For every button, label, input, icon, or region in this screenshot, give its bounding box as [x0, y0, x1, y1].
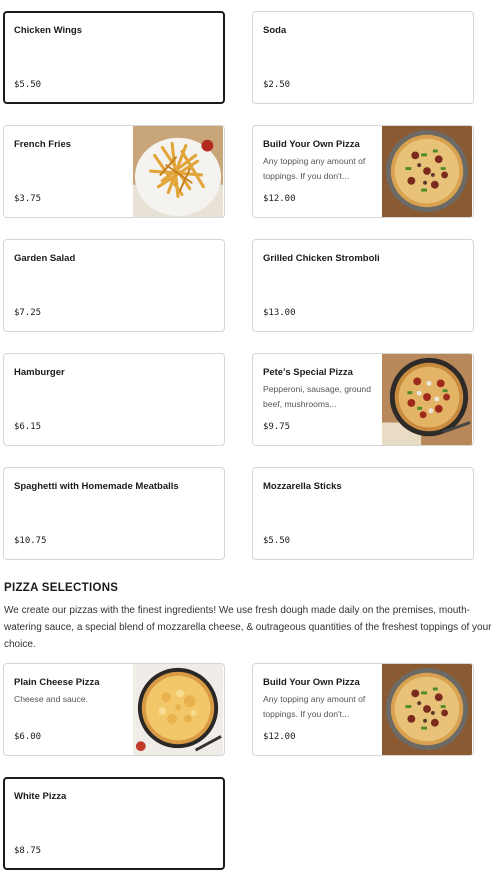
item-price: $6.00 — [14, 732, 42, 742]
menu-item-mozzarella-sticks[interactable]: Mozzarella Sticks $5.50 — [252, 467, 474, 560]
menu-item-grilled-chicken-stromboli[interactable]: Grilled Chicken Stromboli $13.00 — [252, 239, 474, 332]
section-title: PIZZA SELECTIONS — [4, 582, 119, 594]
menu-item-garden-salad[interactable]: Garden Salad $7.25 — [3, 239, 225, 332]
item-name: Spaghetti with Homemade Meatballs — [14, 481, 179, 492]
french-fries-photo — [132, 126, 224, 217]
menu-item-spaghetti-with-homemade-meatballs[interactable]: Spaghetti with Homemade Meatballs $10.75 — [3, 467, 225, 560]
item-price: $2.50 — [263, 80, 291, 90]
item-price: $12.00 — [263, 732, 296, 742]
item-price: $7.25 — [14, 308, 42, 318]
menu-item-build-your-own-pizza[interactable]: Build Your Own Pizza Any topping any amo… — [252, 663, 474, 756]
item-name: Garden Salad — [14, 253, 76, 264]
menu-item-plain-cheese-pizza[interactable]: Plain Cheese Pizza Cheese and sauce. $6.… — [3, 663, 225, 756]
item-name: Mozzarella Sticks — [263, 481, 342, 492]
item-description: Cheese and sauce. — [14, 694, 89, 704]
item-price: $3.75 — [14, 194, 42, 204]
item-price: $9.75 — [263, 422, 291, 432]
item-description: Any topping any amount of toppings. If y… — [263, 156, 366, 181]
menu-item-soda[interactable]: Soda $2.50 — [252, 11, 474, 104]
menu-item-french-fries[interactable]: French Fries $3.75 — [3, 125, 225, 218]
item-name: Grilled Chicken Stromboli — [263, 253, 380, 264]
item-description: Pepperoni, sausage, ground beef, mushroo… — [263, 384, 371, 409]
item-description: Any topping any amount of toppings. If y… — [263, 694, 366, 719]
item-price: $12.00 — [263, 194, 296, 204]
item-name: Hamburger — [14, 367, 65, 378]
item-name: Pete's Special Pizza — [263, 367, 353, 378]
menu-item-petes-special-pizza[interactable]: Pete's Special Pizza Pepperoni, sausage,… — [252, 353, 474, 446]
item-name: Plain Cheese Pizza — [14, 677, 100, 688]
menu-item-hamburger[interactable]: Hamburger $6.15 — [3, 353, 225, 446]
item-name: Build Your Own Pizza — [263, 139, 360, 150]
item-name: Build Your Own Pizza — [263, 677, 360, 688]
pizza-photo — [381, 664, 473, 755]
menu-item-build-your-own-pizza[interactable]: Build Your Own Pizza Any topping any amo… — [252, 125, 474, 218]
item-name: French Fries — [14, 139, 72, 150]
menu-item-chicken-wings[interactable]: Chicken Wings $5.50 — [3, 11, 225, 104]
menu-item-white-pizza[interactable]: White Pizza $8.75 — [3, 777, 225, 870]
cheese-pizza-photo — [132, 664, 224, 755]
item-price: $8.75 — [14, 846, 42, 856]
item-name: White Pizza — [14, 791, 67, 802]
section-description: We create our pizzas with the finest ing… — [4, 605, 492, 650]
pizza-photo — [381, 126, 473, 217]
item-price: $5.50 — [263, 536, 291, 546]
item-price: $6.15 — [14, 422, 42, 432]
item-price: $13.00 — [263, 308, 296, 318]
item-price: $10.75 — [14, 536, 47, 546]
item-name: Chicken Wings — [14, 25, 83, 36]
pizza-photo — [381, 354, 473, 445]
item-name: Soda — [263, 25, 287, 36]
item-price: $5.50 — [14, 80, 42, 90]
